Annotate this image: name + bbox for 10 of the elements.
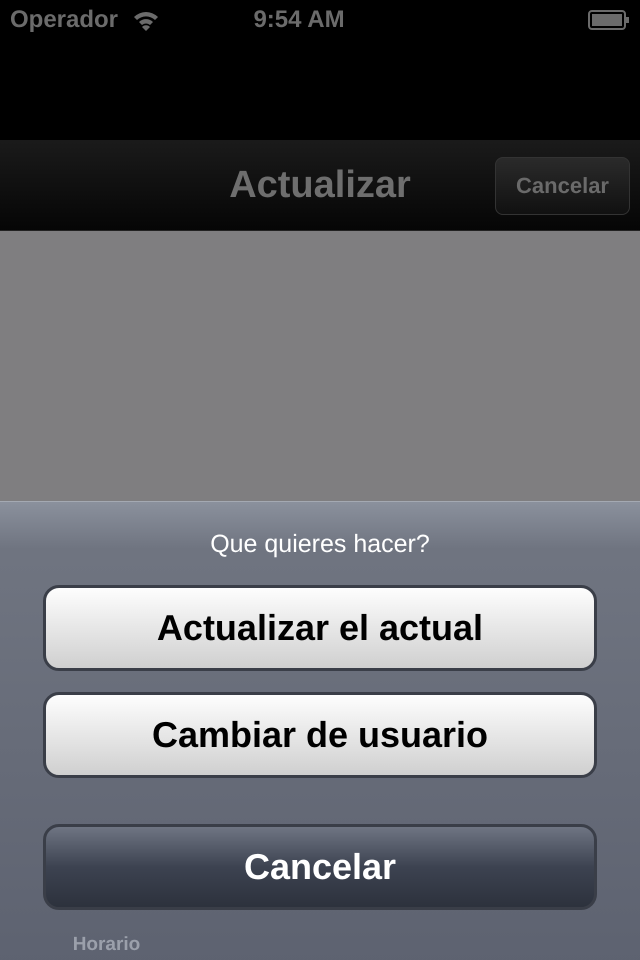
battery-icon — [588, 9, 630, 31]
navigation-title: Actualizar — [229, 164, 411, 206]
wifi-icon — [132, 9, 160, 31]
carrier-name: Operador — [10, 6, 118, 34]
action-button[interactable]: Cambiar de usuario — [43, 692, 597, 778]
clock-time: 9:54 AM — [252, 6, 346, 34]
tab-label: Horario — [72, 934, 142, 956]
action-sheet-title: Que quieres hacer? — [210, 530, 430, 559]
cancel-button[interactable]: Cancelar — [43, 824, 597, 910]
action-button[interactable]: Actualizar el actual — [43, 585, 597, 671]
